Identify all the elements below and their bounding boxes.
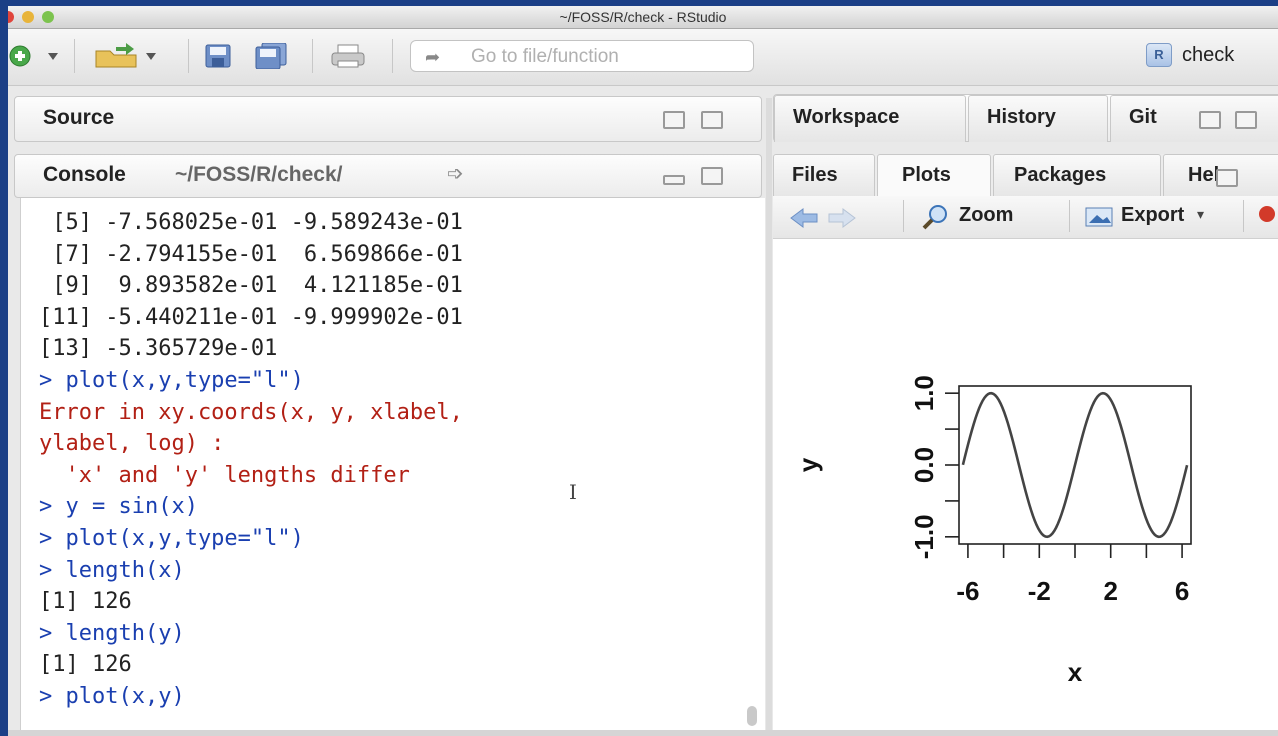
toolbar-separator	[903, 200, 904, 232]
go-to-file-input[interactable]: ➦ Go to file/function	[410, 40, 754, 72]
console-output-line: [1] 126	[39, 589, 132, 615]
x-tick-label: -6	[956, 576, 979, 606]
console-command-line: > length(y)	[39, 620, 185, 646]
console-command-line: > plot(x,y,type="l")	[39, 526, 304, 551]
workspace-maximize-button[interactable]	[1235, 111, 1257, 129]
project-menu[interactable]: R check	[1146, 40, 1278, 70]
zoom-button[interactable]: Zoom	[921, 202, 1047, 232]
tab-plots-label: Plots	[902, 164, 951, 186]
console-restore-button[interactable]	[701, 167, 723, 185]
go-to-placeholder: Go to file/function	[471, 46, 619, 67]
series-line	[961, 391, 1189, 539]
rstudio-window: ~/FOSS/R/check - RStudio ➦ Go to file/fu…	[8, 6, 1278, 736]
console-output-line: [11] -5.440211e-01 -9.999902e-01	[39, 304, 463, 330]
window-title: ~/FOSS/R/check - RStudio	[559, 9, 727, 25]
plot-nav-arrows	[790, 208, 856, 228]
console-output-line: [5] -7.568025e-01 -9.589243e-01	[39, 210, 463, 235]
y-axis-label: y	[793, 457, 823, 472]
console-command-line: > length(x)	[39, 557, 185, 583]
forward-arrow-icon[interactable]	[828, 208, 856, 228]
console-output-line: [9] 9.893582e-01 4.121185e-01	[39, 273, 463, 299]
open-project-icon[interactable]	[92, 43, 160, 69]
sine-plot: -6 -2 2 6 -1.0 0.0 1.0 x y	[793, 375, 1192, 687]
console-output-line: [1] 126	[39, 652, 132, 678]
magnifier-icon	[922, 205, 947, 230]
export-menu[interactable]: Export ▾	[1085, 202, 1235, 232]
console-output[interactable]: [5] -7.568025e-01 -9.589243e-01 [7] -2.7…	[20, 198, 765, 731]
tab-git-label: Git	[1129, 106, 1157, 128]
x-tick-label: -2	[1028, 576, 1051, 606]
window-bottom-edge	[8, 730, 1278, 736]
tab-packages[interactable]: Packages	[993, 154, 1161, 197]
console-output-line: [7] -2.794155e-01 6.569866e-01	[39, 241, 463, 267]
console-error-line: 'x' and 'y' lengths differ	[39, 462, 410, 488]
toolbar-separator	[1069, 200, 1070, 232]
plots-restore-button[interactable]	[1216, 169, 1238, 187]
export-label: Export	[1121, 204, 1185, 226]
console-pane-title: Console	[43, 163, 126, 186]
console-pane-header: Console ~/FOSS/R/check/ ➩	[14, 154, 762, 198]
main-toolbar: ➦ Go to file/function R check	[8, 29, 1278, 86]
chevron-down-icon: ▾	[1197, 206, 1205, 222]
source-pane-title: Source	[43, 106, 115, 129]
console-working-directory[interactable]: ~/FOSS/R/check/	[175, 163, 343, 187]
go-to-arrow-icon: ➦	[425, 47, 441, 67]
tab-history[interactable]: History	[968, 95, 1108, 142]
tab-history-label: History	[987, 106, 1056, 128]
plots-toolbar: Zoom Export ▾	[773, 196, 1278, 239]
console-minimize-button[interactable]	[663, 175, 685, 185]
go-to-directory-icon[interactable]: ➩	[447, 161, 464, 186]
y-tick-label: -1.0	[909, 514, 939, 559]
tab-packages-label: Packages	[1014, 164, 1107, 186]
console-command-line: > plot(x,y)	[39, 684, 185, 709]
plot-viewer: -6 -2 2 6 -1.0 0.0 1.0 x y	[773, 239, 1278, 731]
toolbar-separator	[392, 39, 393, 73]
title-bar: ~/FOSS/R/check - RStudio	[8, 6, 1278, 29]
y-tick-label: 1.0	[909, 375, 939, 411]
print-icon[interactable]	[330, 43, 370, 69]
x-tick-label: 2	[1103, 576, 1117, 606]
workspace-pane-header: Workspace History Git	[773, 94, 1278, 142]
save-icon[interactable]	[204, 43, 236, 69]
console-scrollbar[interactable]	[747, 706, 757, 726]
source-pane-header[interactable]: Source	[14, 96, 762, 142]
r-project-icon: R	[1146, 43, 1172, 67]
tab-files-label: Files	[792, 164, 838, 186]
clear-plots-icon[interactable]	[1259, 206, 1275, 222]
console-command-line: > plot(x,y,type="l")	[39, 368, 304, 393]
export-image-icon	[1085, 207, 1113, 227]
y-tick-label: 0.0	[909, 447, 939, 483]
text-cursor-icon: I	[569, 480, 577, 504]
x-axis-label: x	[1068, 657, 1083, 687]
console-command-line: > y = sin(x)	[39, 494, 198, 520]
tab-help[interactable]: Help	[1163, 154, 1278, 197]
tab-workspace-label: Workspace	[793, 106, 900, 128]
toolbar-separator	[74, 39, 75, 73]
toolbar-separator	[188, 39, 189, 73]
source-restore-button[interactable]	[663, 111, 685, 129]
zoom-label: Zoom	[959, 204, 1014, 226]
console-error-line: ylabel, log) :	[39, 431, 225, 457]
pane-splitter[interactable]	[766, 98, 772, 736]
toolbar-separator	[312, 39, 313, 73]
project-name: check	[1182, 44, 1235, 66]
toolbar-separator	[1243, 200, 1244, 232]
source-maximize-button[interactable]	[701, 111, 723, 129]
console-error-line: Error in xy.coords(x, y, xlabel,	[39, 399, 463, 425]
workspace-restore-button[interactable]	[1199, 111, 1221, 129]
tab-workspace[interactable]: Workspace	[774, 95, 966, 142]
back-arrow-icon[interactable]	[790, 208, 818, 228]
tab-plots[interactable]: Plots	[877, 154, 991, 197]
files-pane-tabbar: Files Plots Packages Help	[773, 154, 1278, 197]
x-tick-label: 6	[1175, 576, 1189, 606]
save-all-icon[interactable]	[254, 43, 292, 69]
new-file-icon[interactable]	[8, 43, 62, 69]
console-output-line: [13] -5.365729e-01	[39, 336, 278, 362]
tab-git[interactable]: Git	[1110, 95, 1278, 142]
tab-files[interactable]: Files	[773, 154, 875, 197]
screen-frame: ~/FOSS/R/check - RStudio ➦ Go to file/fu…	[0, 0, 1278, 736]
